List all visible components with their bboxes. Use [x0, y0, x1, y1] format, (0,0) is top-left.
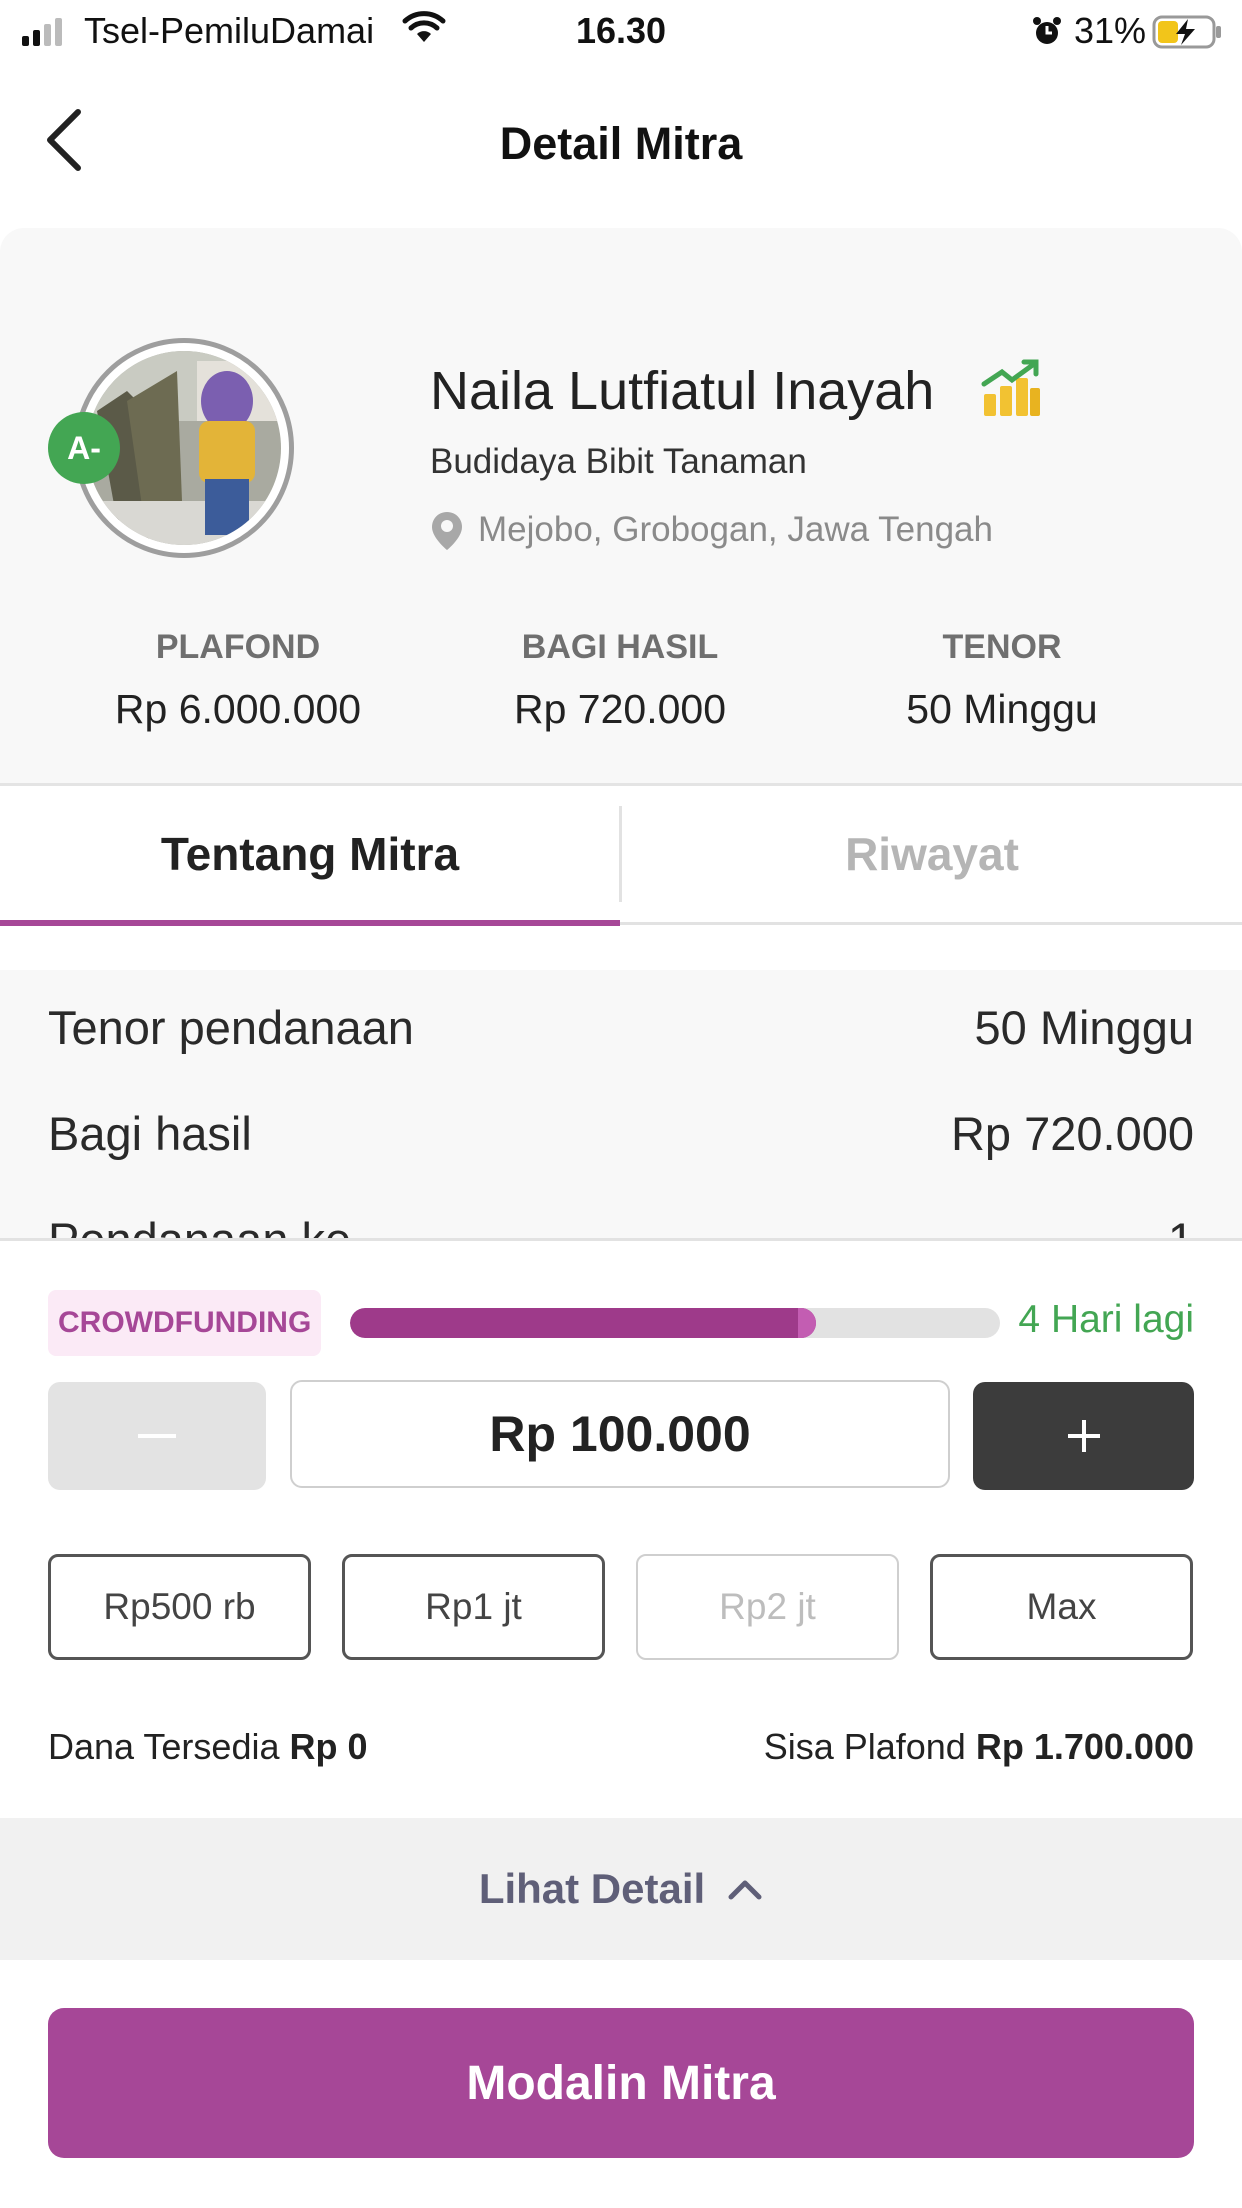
crowdfunding-badge: CROWDFUNDING	[48, 1290, 322, 1356]
location-text: Mejobo, Grobogan, Jawa Tengah	[478, 510, 993, 549]
chart-growth-icon	[980, 358, 1042, 425]
grade-badge: A-	[48, 412, 120, 484]
battery-percentage: 31%	[1074, 10, 1147, 51]
chevron-up-icon	[728, 1880, 762, 1900]
amount-input[interactable]: Rp 100.000	[290, 1380, 950, 1488]
status-bar: Tsel-PemiluDamai 16.30 31%	[0, 0, 1242, 62]
stat-bagi-hasil-value: Rp 720.000	[513, 686, 726, 732]
detail-label: Bagi hasil	[48, 1107, 252, 1160]
available-funds-value: Rp 0	[289, 1726, 368, 1767]
lihat-detail-label: Lihat Detail	[478, 1865, 706, 1912]
remaining-plafond-value: Rp 1.700.000	[975, 1726, 1194, 1767]
business-sector: Budidaya Bibit Tanaman	[430, 442, 807, 481]
remaining-plafond-label: Sisa Plafond	[763, 1726, 966, 1767]
increase-amount-button[interactable]	[973, 1382, 1194, 1490]
stat-plafond-label: PLAFOND	[155, 628, 321, 666]
battery-charging-icon	[1152, 14, 1224, 59]
mitra-name: Naila Lutfiatul Inayah	[430, 361, 935, 421]
detail-row: Bagi hasil Rp 720.000	[48, 1106, 1194, 1161]
preset-max-button[interactable]: Max	[930, 1554, 1193, 1660]
preset-1jt-button[interactable]: Rp1 jt	[342, 1554, 605, 1660]
days-remaining: 4 Hari lagi	[1018, 1298, 1194, 1341]
lihat-detail-toggle[interactable]: Lihat Detail	[0, 1818, 1242, 1960]
available-funds-label: Dana Tersedia	[48, 1726, 280, 1767]
available-funds: Dana Tersedia Rp 0	[48, 1726, 368, 1768]
modalin-mitra-button[interactable]: Modalin Mitra	[48, 2008, 1194, 2158]
stat-plafond-value: Rp 6.000.000	[114, 686, 362, 732]
detail-row: Tenor pendanaan 50 Minggu	[48, 1000, 1194, 1055]
funding-progress-fill	[350, 1308, 817, 1338]
detail-value: 50 Minggu	[974, 1001, 1195, 1054]
preset-500rb-button[interactable]: Rp500 rb	[48, 1554, 311, 1660]
tab-active-indicator	[0, 920, 620, 926]
plus-icon	[1067, 1420, 1100, 1452]
stat-tenor-label: TENOR	[942, 628, 1062, 666]
location-pin-icon	[430, 510, 464, 557]
detail-label: Tenor pendanaan	[48, 1001, 414, 1054]
tab-riwayat[interactable]: Riwayat	[622, 786, 1242, 922]
stat-bagi-hasil-label: BAGI HASIL	[521, 628, 719, 666]
stat-tenor-value: 50 Minggu	[906, 686, 1098, 732]
tab-baseline	[620, 922, 1242, 925]
detail-label: Pendanaan ke	[48, 1213, 352, 1240]
funding-progress-bar	[350, 1308, 1000, 1338]
preset-2jt-button[interactable]: Rp2 jt	[636, 1554, 899, 1660]
detail-value: 1	[1167, 1213, 1194, 1240]
minus-icon	[138, 1434, 176, 1438]
remaining-plafond: Sisa Plafond Rp 1.700.000	[620, 1726, 1194, 1768]
detail-value: Rp 720.000	[950, 1107, 1194, 1160]
details-list[interactable]: Tenor pendanaan 50 Minggu Bagi hasil Rp …	[0, 970, 1242, 1240]
decrease-amount-button[interactable]	[48, 1382, 266, 1490]
detail-row: Pendanaan ke 1	[48, 1212, 1194, 1240]
page-title: Detail Mitra	[499, 118, 743, 169]
alarm-icon	[1030, 14, 1064, 57]
tab-tentang-mitra[interactable]: Tentang Mitra	[0, 786, 620, 922]
funding-progress-cap	[798, 1308, 817, 1338]
